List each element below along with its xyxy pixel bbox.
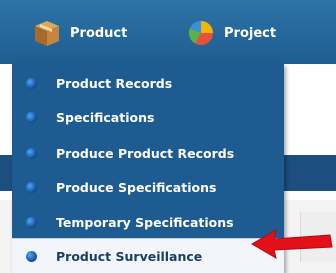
menu-item-label: Produce Product Records <box>56 145 235 161</box>
bullet-icon <box>26 216 37 228</box>
menu-item-produce-product-records[interactable]: Produce Product Records <box>12 136 284 170</box>
bullet-icon <box>26 181 37 193</box>
nav-product-label: Product <box>70 25 128 41</box>
menu-item-label: Product Surveillance <box>56 248 203 264</box>
menu-item-label: Specifications <box>56 109 155 125</box>
bullet-icon <box>26 147 37 159</box>
nav-product[interactable]: Product <box>32 18 127 48</box>
menu-item-product-records[interactable]: Product Records <box>12 66 284 100</box>
top-nav-bar: Product Project <box>0 0 336 64</box>
menu-item-product-surveillance[interactable]: Product Surveillance <box>12 238 284 273</box>
nav-project[interactable]: Project <box>186 18 276 48</box>
menu-item-label: Product Records <box>56 75 173 91</box>
menu-item-produce-specifications[interactable]: Produce Specifications <box>12 170 284 204</box>
product-dropdown-menu: Product Records Specifications Produce P… <box>12 64 284 273</box>
pie-chart-icon <box>188 20 213 46</box>
menu-item-label: Produce Specifications <box>56 179 217 195</box>
red-arrow-icon <box>251 228 333 260</box>
box-icon <box>35 21 59 46</box>
bullet-icon <box>26 250 37 262</box>
menu-item-label: Temporary Specifications <box>56 214 234 230</box>
menu-item-temporary-specifications[interactable]: Temporary Specifications <box>12 205 284 239</box>
bullet-icon <box>26 111 37 123</box>
menu-item-specifications[interactable]: Specifications <box>12 100 284 134</box>
bullet-icon <box>26 77 37 89</box>
nav-project-label: Project <box>224 25 277 41</box>
